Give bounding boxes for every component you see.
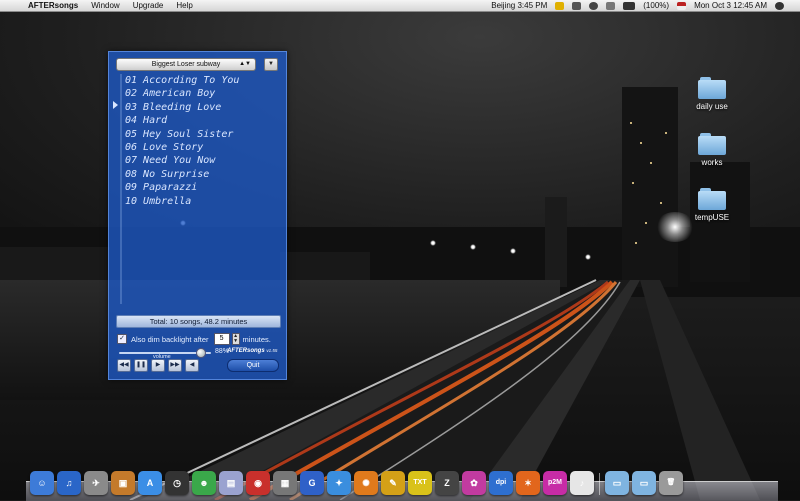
music-note-icon[interactable]: ♪	[570, 471, 594, 495]
desktop-folder-tempuse[interactable]: tempUSE	[682, 188, 742, 222]
dim-minutes-stepper[interactable]: ▲ ▼	[231, 333, 240, 345]
calendar-icon[interactable]: ▤	[219, 471, 243, 495]
txt-icon[interactable]: TXT	[408, 471, 432, 495]
dim-minutes-field[interactable]: 5	[213, 333, 230, 345]
appstore-icon[interactable]: A	[138, 471, 162, 495]
track-item[interactable]: 10 Umbrella	[125, 195, 283, 208]
world-clock-status[interactable]: Beijing 3:45 PM	[491, 0, 547, 11]
dock: ☺ ♫ ✈ ▣ A ◷ ☻ ▤ ◉ ▦ G ✦ ✺ ✎ TXT Z ✿ dpi ✶ p2M ♪ ▭ ▭ 🗑	[30, 463, 778, 495]
dim-minutes-unit: minutes.	[242, 334, 271, 344]
playlist-name: Biggest Loser subway	[151, 61, 221, 68]
dim-backlight-label: Also dim backlight after	[131, 334, 209, 344]
flag-icon[interactable]	[677, 1, 687, 10]
folder-label: tempUSE	[694, 213, 730, 222]
spotlight-icon[interactable]	[775, 1, 784, 10]
folder-label: daily use	[696, 102, 728, 111]
dock-separator	[599, 473, 600, 495]
next-track-button[interactable]: ▶▶	[168, 359, 182, 372]
brand-version: v1.55	[266, 348, 278, 353]
rocket-icon[interactable]: ✈	[84, 471, 108, 495]
menu-window[interactable]: Window	[91, 0, 119, 11]
playlist-select[interactable]: Biggest Loser subway ▲▼	[116, 58, 256, 71]
dashboard-icon[interactable]: ◷	[165, 471, 189, 495]
warning-icon[interactable]	[555, 1, 565, 10]
paint-icon[interactable]: ✿	[462, 471, 486, 495]
google-earth-icon[interactable]: G	[300, 471, 324, 495]
brand-name: AFTERsongs	[227, 348, 265, 354]
menu-help[interactable]: Help	[176, 0, 192, 11]
chrome-icon[interactable]: ◉	[246, 471, 270, 495]
stop-button[interactable]: ◀	[185, 359, 199, 372]
dim-backlight-checkbox[interactable]: ✓	[117, 334, 127, 344]
trash-icon[interactable]: 🗑	[659, 471, 683, 495]
track-item[interactable]: 04 Hard	[125, 114, 283, 127]
track-item[interactable]: 05 Hey Soul Sister	[125, 128, 283, 141]
quit-button[interactable]: Quit	[227, 359, 279, 372]
desktop-folder-works[interactable]: works	[682, 133, 742, 167]
menu-clock[interactable]: Mon Oct 3 12:45 AM	[694, 0, 767, 11]
downloads-stack-icon[interactable]: ▭	[632, 471, 656, 495]
folder-label: works	[701, 158, 723, 167]
track-item[interactable]: 01 According To You	[125, 74, 283, 87]
aftersongs-window: Biggest Loser subway ▲▼ ▼ 01 According T…	[108, 51, 287, 380]
photo-icon[interactable]: ▣	[111, 471, 135, 495]
itunes-icon[interactable]: ♫	[57, 471, 81, 495]
dpi-icon[interactable]: dpi	[489, 471, 513, 495]
track-item[interactable]: 02 American Boy	[125, 87, 283, 100]
transport-controls: ◀◀ ❚❚ ▶ ▶▶ ◀	[117, 359, 199, 372]
p2m-icon[interactable]: p2M	[543, 471, 567, 495]
messenger-icon[interactable]: ☻	[192, 471, 216, 495]
finder-icon[interactable]: ☺	[30, 471, 54, 495]
wifi-icon[interactable]	[589, 1, 599, 10]
display-icon[interactable]	[572, 1, 582, 10]
playlist-total: Total: 10 songs, 48.2 minutes	[116, 315, 281, 328]
now-playing-icon	[113, 101, 118, 109]
folder-stack-icon[interactable]: ▭	[605, 471, 629, 495]
app-menu[interactable]: AFTERsongs	[28, 0, 78, 11]
volume-icon[interactable]	[606, 1, 616, 10]
play-button[interactable]: ▶	[151, 359, 165, 372]
firefox-icon[interactable]: ✺	[354, 471, 378, 495]
track-scrollbar[interactable]	[120, 74, 122, 304]
track-item[interactable]: 08 No Surprise	[125, 168, 283, 181]
track-item[interactable]: 09 Paparazzi	[125, 181, 283, 194]
previous-track-button[interactable]: ◀◀	[117, 359, 131, 372]
status-area: Beijing 3:45 PM (100%) Mon Oct 3 12:45 A…	[491, 0, 800, 11]
pen-icon[interactable]: ✎	[381, 471, 405, 495]
folder-icon	[698, 188, 726, 210]
track-item[interactable]: 07 Need You Now	[125, 154, 283, 167]
folder-icon	[698, 77, 726, 99]
dim-backlight-row: ✓ Also dim backlight after 5 ▲ ▼ minutes.	[117, 333, 282, 345]
folder-icon	[698, 133, 726, 155]
track-list: 01 According To You 02 American Boy 03 B…	[125, 74, 283, 208]
z-icon[interactable]: Z	[435, 471, 459, 495]
menu-bar: AFTERsongs Window Upgrade Help Beijing 3…	[0, 0, 800, 12]
flame-icon[interactable]: ✶	[516, 471, 540, 495]
app-brand: AFTERsongs v1.55	[227, 348, 277, 354]
track-item[interactable]: 06 Love Story	[125, 141, 283, 154]
battery-percent[interactable]: (100%)	[643, 0, 669, 11]
pause-button[interactable]: ❚❚	[134, 359, 148, 372]
menu-upgrade[interactable]: Upgrade	[133, 0, 164, 11]
safari-icon[interactable]: ✦	[327, 471, 351, 495]
desktop-folder-daily-use[interactable]: daily use	[682, 77, 742, 111]
volume-slider-knob[interactable]	[195, 348, 206, 358]
select-arrows-icon: ▲▼	[239, 61, 251, 67]
battery-icon[interactable]	[623, 1, 636, 10]
preview-icon[interactable]: ▦	[273, 471, 297, 495]
options-menu-button[interactable]: ▼	[264, 58, 278, 71]
track-item[interactable]: 03 Bleeding Love	[125, 101, 283, 114]
